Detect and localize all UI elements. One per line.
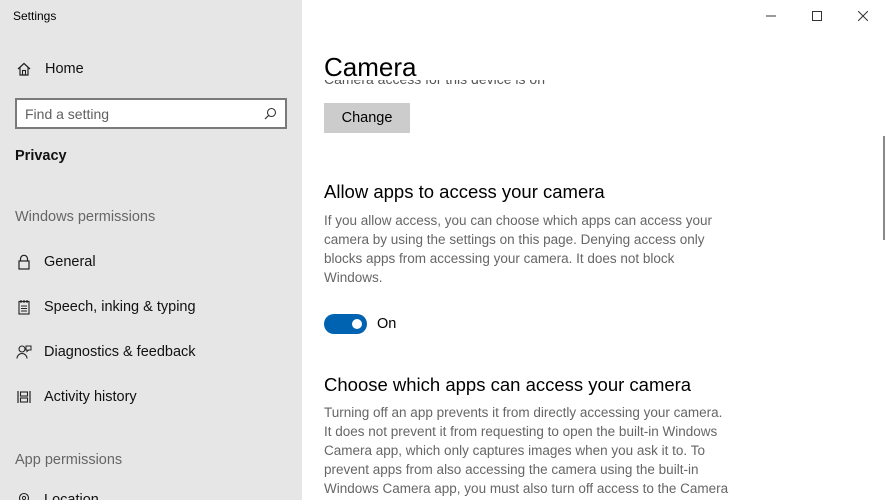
paragraph-line: blocks apps from accessing your camera. … — [324, 251, 675, 266]
allow-apps-heading: Allow apps to access your camera — [324, 181, 605, 202]
camera-access-status-label: Camera access for this device is on — [324, 80, 624, 92]
location-icon — [15, 491, 33, 500]
camera-access-status-text: Camera access for this device is on — [324, 80, 624, 92]
toggle-state-label: On — [377, 316, 397, 332]
search-box[interactable] — [15, 98, 287, 129]
sidebar-item-speech[interactable]: Speech, inking & typing — [15, 296, 295, 318]
choose-apps-heading: Choose which apps can access your camera — [324, 374, 692, 395]
timeline-icon — [15, 388, 33, 406]
paragraph-line: Turning off an app prevents it from dire… — [324, 405, 723, 420]
section-title-privacy: Privacy — [15, 148, 67, 164]
paragraph-line: It does not prevent it from requesting t… — [324, 424, 718, 439]
allow-apps-toggle-row: On — [324, 314, 396, 334]
page-title: Camera — [324, 52, 417, 82]
sidebar-item-activity-history[interactable]: Activity history — [15, 386, 295, 408]
choose-apps-description: Turning off an app prevents it from dire… — [324, 403, 728, 498]
lock-icon — [15, 253, 33, 271]
paragraph-line: If you allow access, you can choose whic… — [324, 213, 712, 228]
search-input[interactable] — [25, 105, 263, 122]
sidebar-item-label: General — [44, 254, 96, 270]
sidebar-item-label: Location — [44, 492, 99, 500]
main-content: Camera Camera access for this device is … — [302, 0, 886, 500]
close-button[interactable] — [840, 0, 886, 32]
paragraph-line: Camera app, which only captures images w… — [324, 443, 705, 458]
change-button[interactable]: Change — [324, 103, 410, 133]
sidebar-item-location[interactable]: Location — [15, 489, 295, 500]
person-feedback-icon — [15, 343, 33, 361]
paragraph-line: Windows Camera app, you must also turn o… — [324, 481, 729, 496]
minimize-icon — [766, 15, 776, 17]
app-title: Settings — [13, 9, 57, 23]
notepad-icon — [15, 298, 33, 316]
sidebar-item-label: Activity history — [44, 389, 137, 405]
paragraph-line: camera by using the settings on this pag… — [324, 232, 705, 247]
sidebar-item-label: Speech, inking & typing — [44, 299, 196, 315]
toggle-knob — [352, 319, 362, 329]
paragraph-line: Windows. — [324, 270, 383, 285]
home-icon — [15, 60, 33, 78]
maximize-button[interactable] — [794, 0, 840, 32]
sidebar: Settings Home Privacy Windows permission… — [0, 0, 302, 500]
minimize-button[interactable] — [748, 0, 794, 32]
allow-apps-toggle[interactable] — [324, 314, 367, 334]
sidebar-item-home[interactable]: Home — [15, 58, 84, 80]
group-label-app-permissions: App permissions — [15, 452, 123, 468]
search-icon[interactable] — [263, 107, 277, 121]
allow-apps-description: If you allow access, you can choose whic… — [324, 211, 712, 287]
sidebar-item-label: Diagnostics & feedback — [44, 344, 196, 360]
group-label-windows-permissions: Windows permissions — [15, 209, 156, 225]
maximize-icon — [812, 11, 822, 21]
close-icon — [858, 11, 868, 21]
home-label: Home — [45, 61, 84, 77]
paragraph-line: prevent apps from also accessing the cam… — [324, 462, 699, 477]
sidebar-item-diagnostics[interactable]: Diagnostics & feedback — [15, 341, 295, 363]
sidebar-item-general[interactable]: General — [15, 251, 295, 273]
window-controls — [748, 0, 886, 32]
scrollbar-thumb[interactable] — [883, 136, 885, 240]
